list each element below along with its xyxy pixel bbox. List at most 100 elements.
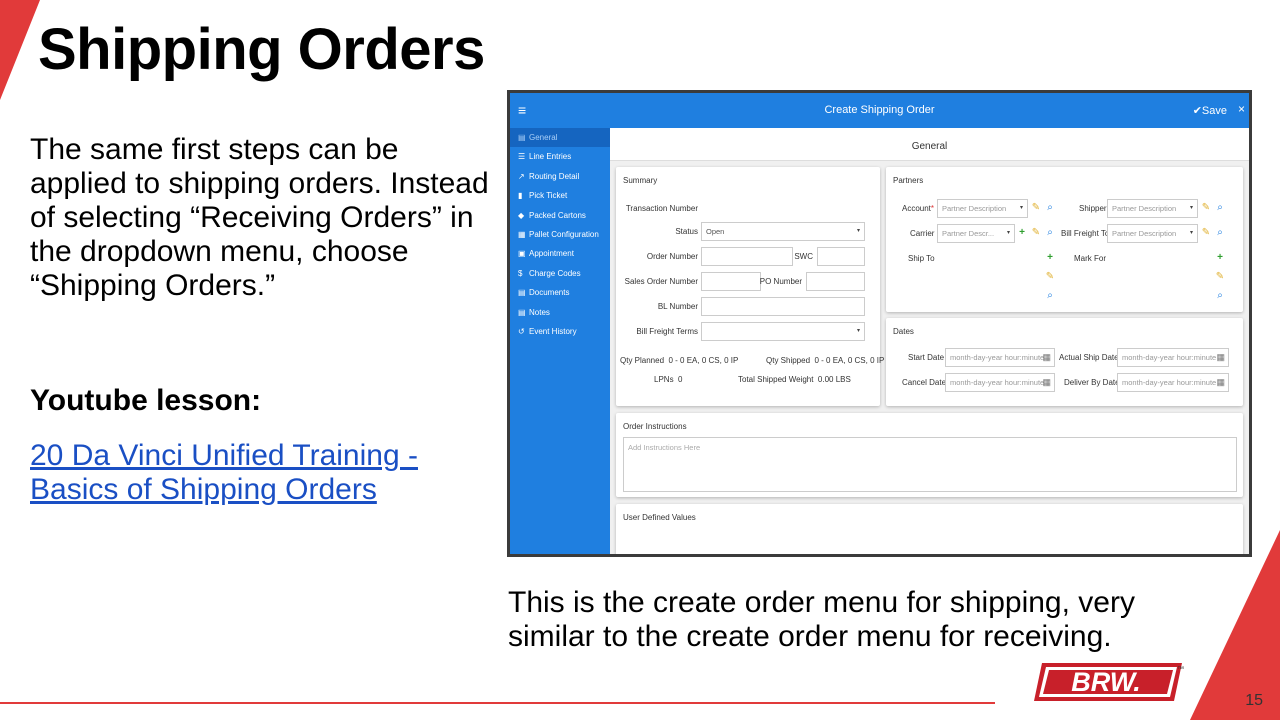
bill-freight-terms-label: Bill Freight Terms bbox=[636, 327, 698, 336]
calendar-icon[interactable]: ▦ bbox=[1042, 349, 1051, 366]
search-icon[interactable]: ⌕ bbox=[1043, 288, 1057, 304]
order-number-label: Order Number bbox=[646, 252, 698, 261]
sidebar-item-charge-codes[interactable]: $ Charge Codes bbox=[510, 264, 610, 283]
dates-heading: Dates bbox=[893, 327, 914, 336]
carrier-select[interactable]: Partner Descr... ▾ bbox=[937, 224, 1015, 243]
bill-freight-terms-select[interactable]: ▾ bbox=[701, 322, 865, 341]
transaction-number-label: Transaction Number bbox=[625, 204, 698, 213]
sidebar-item-label: Pick Ticket bbox=[529, 191, 568, 201]
list-icon: ☰ bbox=[518, 152, 526, 162]
lpns: LPNs 0 bbox=[654, 375, 682, 384]
po-number-input[interactable] bbox=[806, 272, 865, 291]
swc-input[interactable] bbox=[817, 247, 865, 266]
start-date-input[interactable]: month-day-year hour:minute ▦ bbox=[945, 348, 1055, 367]
dollar-icon: $ bbox=[518, 268, 523, 278]
edit-icon[interactable]: ✎ bbox=[1029, 200, 1043, 216]
ship-to-label: Ship To bbox=[908, 254, 935, 263]
sidebar-item-notes[interactable]: ▤ Notes bbox=[510, 303, 610, 322]
lpns-value: 0 bbox=[678, 375, 683, 384]
edit-icon[interactable]: ✎ bbox=[1199, 225, 1213, 241]
sidebar-item-label: Documents bbox=[529, 288, 570, 298]
bill-freight-to-select[interactable]: Partner Description ▾ bbox=[1107, 224, 1198, 243]
po-number-label: PO Number bbox=[759, 277, 802, 286]
edit-icon[interactable]: ✎ bbox=[1043, 269, 1057, 285]
sidebar-item-appointment[interactable]: ▣ Appointment bbox=[510, 244, 610, 263]
save-button[interactable]: ✔Save bbox=[1193, 104, 1227, 117]
shipper-placeholder: Partner Description bbox=[1112, 204, 1177, 213]
close-icon[interactable]: × bbox=[1238, 102, 1245, 116]
sidebar-item-documents[interactable]: ▤ Documents bbox=[510, 283, 610, 302]
add-ship-to-icon[interactable]: + bbox=[1043, 250, 1057, 266]
create-shipping-order-window: ≡ Create Shipping Order ✔Save × ▤ General… bbox=[507, 90, 1252, 557]
shipper-label: Shipper bbox=[1079, 204, 1107, 213]
shipped-weight-value: 0.00 LBS bbox=[817, 375, 851, 384]
actual-ship-date-input[interactable]: month-day-year hour:minute ▦ bbox=[1117, 348, 1229, 367]
main-content: General Summary Transaction Number Statu… bbox=[610, 128, 1249, 554]
sidebar-item-event-history[interactable]: ↺ Event History bbox=[510, 322, 610, 341]
dates-card: Dates Start Date month-day-year hour:min… bbox=[886, 318, 1243, 406]
sidebar-item-routing-detail[interactable]: ↗ Routing Detail bbox=[510, 167, 610, 186]
sidebar-item-label: General bbox=[529, 133, 558, 142]
sidebar-item-label: Charge Codes bbox=[529, 268, 581, 278]
add-mark-for-icon[interactable]: + bbox=[1213, 250, 1227, 266]
sales-order-number-input[interactable] bbox=[701, 272, 761, 291]
page-number: 15 bbox=[1245, 692, 1263, 709]
pallet-icon: ▦ bbox=[518, 229, 526, 239]
sidebar-item-label: Line Entries bbox=[529, 152, 572, 162]
youtube-lesson-link[interactable]: 20 Da Vinci Unified Training - Basics of… bbox=[30, 439, 470, 507]
partners-card: Partners Account* Partner Description ▾ ✎… bbox=[886, 167, 1243, 312]
calendar-icon[interactable]: ▦ bbox=[1216, 349, 1225, 366]
bl-number-label: BL Number bbox=[657, 302, 698, 311]
search-icon[interactable]: ⌕ bbox=[1043, 225, 1057, 241]
qty-planned-value: 0 - 0 EA, 0 CS, 0 IP bbox=[668, 356, 739, 365]
search-icon[interactable]: ⌕ bbox=[1043, 200, 1057, 216]
calendar-icon: ▣ bbox=[518, 249, 526, 259]
tab-general[interactable]: General bbox=[610, 128, 1249, 161]
status-label: Status bbox=[675, 227, 698, 236]
sidebar-item-general[interactable]: ▤ General bbox=[510, 128, 610, 148]
cancel-date-input[interactable]: month-day-year hour:minute ▦ bbox=[945, 373, 1055, 392]
logo-text: BRW. bbox=[1071, 667, 1141, 697]
slide-caption: This is the create order menu for shippi… bbox=[508, 586, 1135, 653]
sidebar-item-line-entries[interactable]: ☰ Line Entries bbox=[510, 147, 610, 166]
calendar-icon[interactable]: ▦ bbox=[1216, 374, 1225, 391]
sales-order-number-label: Sales Order Number bbox=[624, 277, 698, 286]
qty-shipped-label: Qty Shipped bbox=[766, 356, 811, 365]
edit-icon[interactable]: ✎ bbox=[1199, 200, 1213, 216]
mark-for-label: Mark For bbox=[1074, 254, 1106, 263]
chevron-down-icon: ▾ bbox=[1189, 205, 1193, 211]
sidebar-item-packed-cartons[interactable]: ◆ Packed Cartons bbox=[510, 206, 610, 225]
search-icon[interactable]: ⌕ bbox=[1213, 225, 1227, 241]
sidebar-item-pallet-configuration[interactable]: ▦ Pallet Configuration bbox=[510, 225, 610, 244]
add-carrier-icon[interactable]: + bbox=[1015, 225, 1029, 241]
shipper-select[interactable]: Partner Description ▾ bbox=[1107, 199, 1198, 218]
slide-body-text: The same first steps can be applied to s… bbox=[30, 133, 489, 302]
search-icon[interactable]: ⌕ bbox=[1213, 200, 1227, 216]
edit-icon[interactable]: ✎ bbox=[1213, 269, 1227, 285]
lpns-label: LPNs bbox=[654, 375, 674, 384]
order-instructions-card: Order Instructions Add Instructions Here bbox=[616, 413, 1243, 497]
status-select[interactable]: Open ▾ bbox=[701, 222, 865, 241]
chevron-down-icon: ▾ bbox=[856, 228, 860, 234]
order-number-input[interactable] bbox=[701, 247, 793, 266]
corner-accent-top-left bbox=[0, 0, 40, 100]
ticket-icon: ▮ bbox=[518, 191, 523, 201]
brw-logo: BRW. ™ bbox=[1034, 663, 1184, 701]
sidebar-item-pick-ticket[interactable]: ▮ Pick Ticket bbox=[510, 186, 610, 205]
route-icon: ↗ bbox=[518, 171, 525, 181]
account-placeholder: Partner Description bbox=[942, 204, 1007, 213]
bl-number-input[interactable] bbox=[701, 297, 865, 316]
account-label: Account* bbox=[902, 204, 935, 213]
chevron-down-icon: ▾ bbox=[1006, 230, 1010, 236]
calendar-icon[interactable]: ▦ bbox=[1042, 374, 1051, 391]
footer-divider bbox=[0, 702, 995, 704]
chevron-down-icon: ▾ bbox=[1019, 205, 1023, 211]
search-icon[interactable]: ⌕ bbox=[1213, 288, 1227, 304]
account-select[interactable]: Partner Description ▾ bbox=[937, 199, 1028, 218]
app-header: ≡ Create Shipping Order ✔Save × bbox=[510, 93, 1249, 128]
deliver-by-date-input[interactable]: month-day-year hour:minute ▦ bbox=[1117, 373, 1229, 392]
status-value: Open bbox=[706, 227, 725, 236]
user-defined-values-heading: User Defined Values bbox=[623, 513, 696, 522]
order-instructions-textarea[interactable]: Add Instructions Here bbox=[623, 437, 1237, 492]
edit-icon[interactable]: ✎ bbox=[1029, 225, 1043, 241]
